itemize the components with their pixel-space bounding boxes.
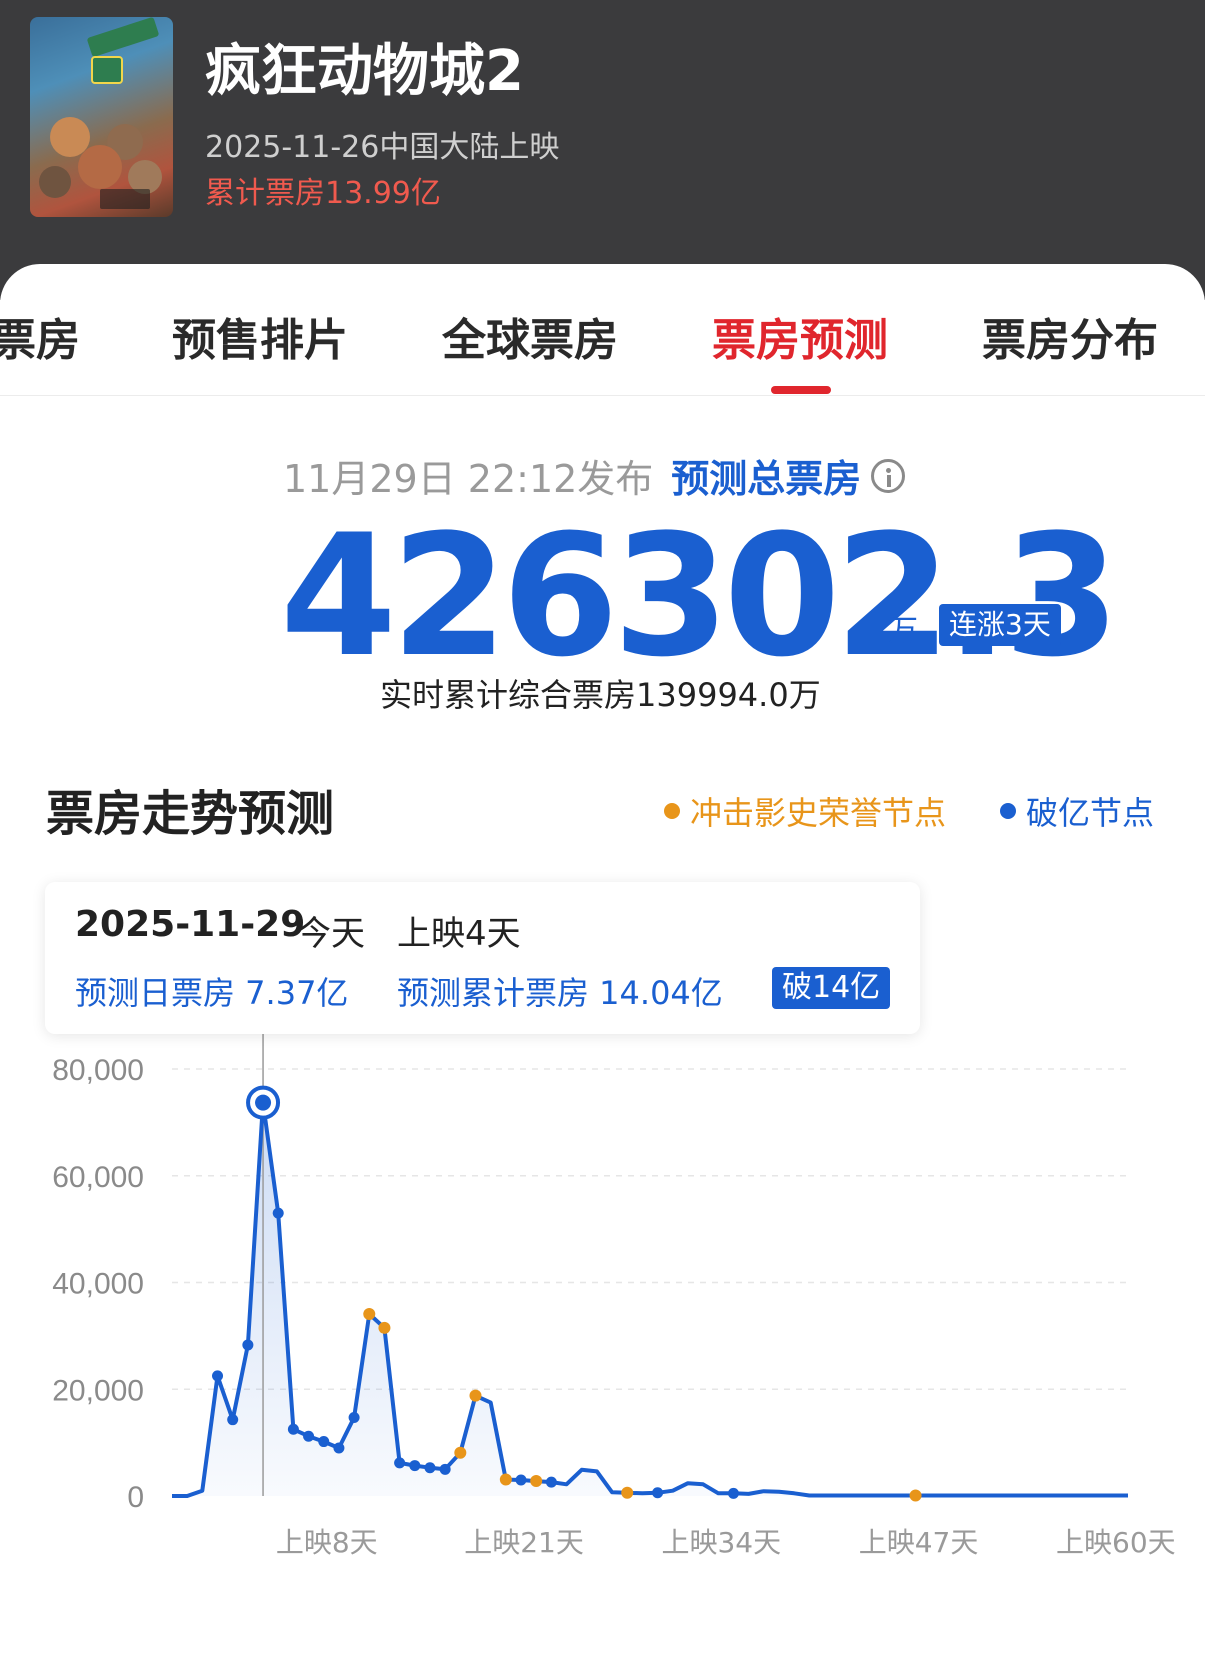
data-point [727,1487,739,1499]
honor-point [363,1307,376,1320]
y-axis: 0 20,000 40,000 60,000 80,000 [52,1054,144,1514]
data-point [227,1414,239,1426]
data-point [439,1463,451,1475]
data-point [394,1457,406,1469]
x-tick-label: 上映34天 [661,1526,781,1559]
data-point [652,1487,664,1499]
y-tick-label: 80,000 [52,1054,144,1087]
data-point [348,1412,360,1424]
data-point [272,1207,284,1219]
tooltip-today: 今天 [297,914,365,954]
x-tick-label: 上映21天 [464,1526,584,1559]
data-point [515,1474,527,1486]
trend-chart[interactable]: 0 20,000 40,000 60,000 80,000 上映8天 上映21天 上映34天… [0,0,1205,1655]
y-tick-label: 60,000 [52,1161,144,1194]
honor-point [530,1475,543,1488]
data-point [303,1430,315,1442]
tooltip-days: 上映4天 [397,914,521,954]
data-point [212,1370,224,1382]
data-point [318,1436,330,1448]
data-point [424,1462,436,1474]
honor-point [454,1446,467,1459]
data-point [242,1339,254,1351]
series-line [172,1100,1128,1498]
y-tick-label: 0 [127,1481,144,1514]
tooltip-badge: 破14亿 [772,967,891,1009]
y-tick-label: 20,000 [52,1374,144,1407]
tooltip-date: 2025-11-29 [75,904,306,945]
honor-point [909,1489,922,1502]
tooltip-cumulative: 预测累计票房 14.04亿 [397,974,723,1012]
data-point [409,1460,421,1472]
data-point [333,1442,345,1454]
data-point [545,1476,557,1488]
highlight-point [255,1094,272,1111]
y-tick-label: 40,000 [52,1268,144,1301]
honor-point [469,1389,482,1402]
honor-point [378,1321,391,1334]
data-point [287,1423,299,1435]
chart-tooltip: 2025-11-29 今天 上映4天 预测日票房 7.37亿 预测累计票房 14… [45,882,920,1034]
x-axis: 上映8天 上映21天 上映34天 上映47天 上映60天 [276,1526,1176,1559]
honor-point [621,1486,634,1499]
x-tick-label: 上映8天 [276,1526,378,1559]
x-tick-label: 上映60天 [1056,1526,1176,1559]
chart-grid [172,1068,1128,1390]
x-tick-label: 上映47天 [859,1526,979,1559]
tooltip-daily: 预测日票房 7.37亿 [75,974,349,1012]
honor-point [499,1473,512,1486]
